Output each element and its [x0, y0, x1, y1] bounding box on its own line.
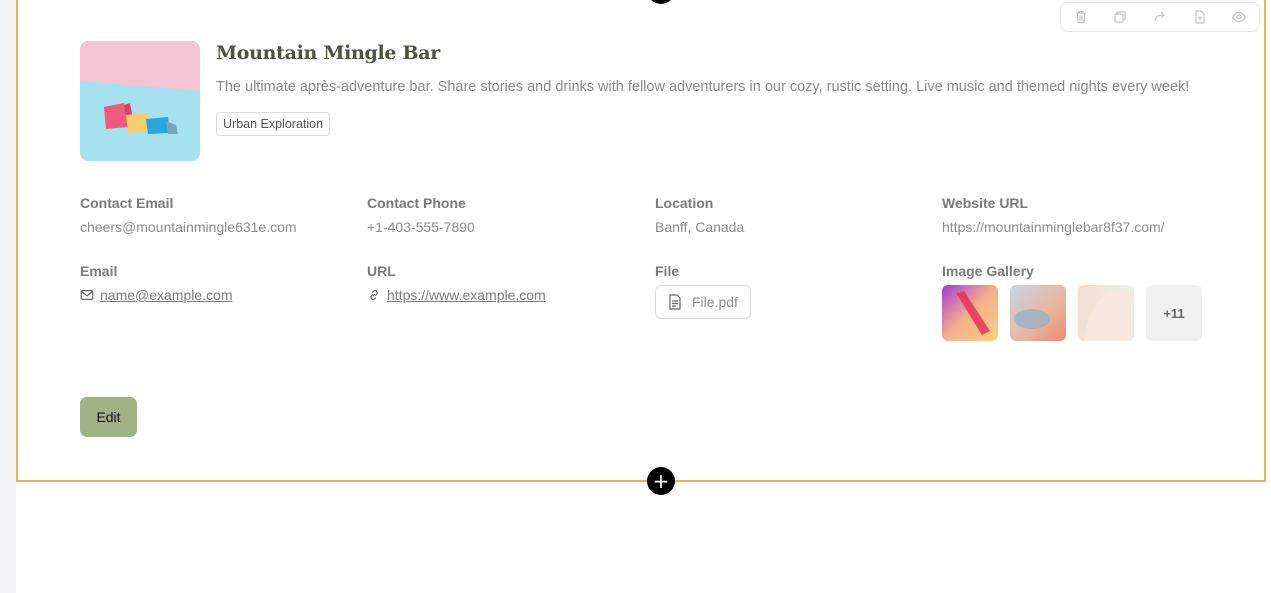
- contact-email-label: Contact Email: [80, 195, 174, 211]
- mail-icon: [80, 290, 94, 300]
- email-label: Email: [80, 263, 118, 279]
- venue-title: Mountain Mingle Bar: [216, 42, 441, 64]
- venue-image: [80, 41, 200, 161]
- location-value: Banff, Canada: [655, 219, 745, 235]
- location-label: Location: [655, 195, 714, 211]
- contact-email-value: cheers@mountainmingle631e.com: [80, 219, 297, 235]
- url-link-text: https://www.example.com: [387, 287, 546, 303]
- trash-icon[interactable]: [1071, 7, 1091, 27]
- contact-phone-value: +1-403-555-7890: [367, 219, 475, 235]
- edit-button[interactable]: Edit: [80, 397, 137, 437]
- email-link-text: name@example.com: [100, 287, 233, 303]
- gallery-thumb-1[interactable]: [942, 285, 998, 341]
- category-tag[interactable]: Urban Exploration: [216, 112, 331, 136]
- eye-icon[interactable]: [1229, 7, 1249, 27]
- website-label: Website URL: [942, 195, 1029, 211]
- add-block-below-button[interactable]: +: [647, 467, 675, 495]
- file-name: File.pdf: [692, 294, 738, 310]
- gallery-label: Image Gallery: [942, 263, 1034, 279]
- duplicate-icon[interactable]: [1110, 7, 1130, 27]
- gallery-thumb-3[interactable]: [1078, 285, 1134, 341]
- add-block-above-button[interactable]: +: [647, 0, 675, 4]
- website-value: https://mountainminglebar8f37.com/: [942, 219, 1165, 235]
- venue-description: The ultimate après-adventure bar. Share …: [216, 79, 1190, 95]
- contact-phone-label: Contact Phone: [367, 195, 466, 211]
- link-icon: [370, 290, 378, 300]
- gallery-thumb-2[interactable]: [1010, 285, 1066, 341]
- url-link[interactable]: https://www.example.com: [367, 287, 546, 303]
- content-block[interactable]: + +: [16, 0, 1266, 495]
- file-export-icon[interactable]: [1190, 7, 1210, 27]
- left-gutter: [0, 0, 16, 593]
- file-attachment[interactable]: File.pdf: [655, 285, 751, 319]
- file-label: File: [655, 263, 680, 279]
- block-toolbar: [1060, 2, 1260, 32]
- forward-icon[interactable]: [1150, 7, 1170, 27]
- pdf-file-icon: [669, 294, 681, 310]
- email-link[interactable]: name@example.com: [80, 287, 233, 303]
- url-label: URL: [367, 263, 396, 279]
- gallery-more-button[interactable]: +11: [1146, 285, 1202, 341]
